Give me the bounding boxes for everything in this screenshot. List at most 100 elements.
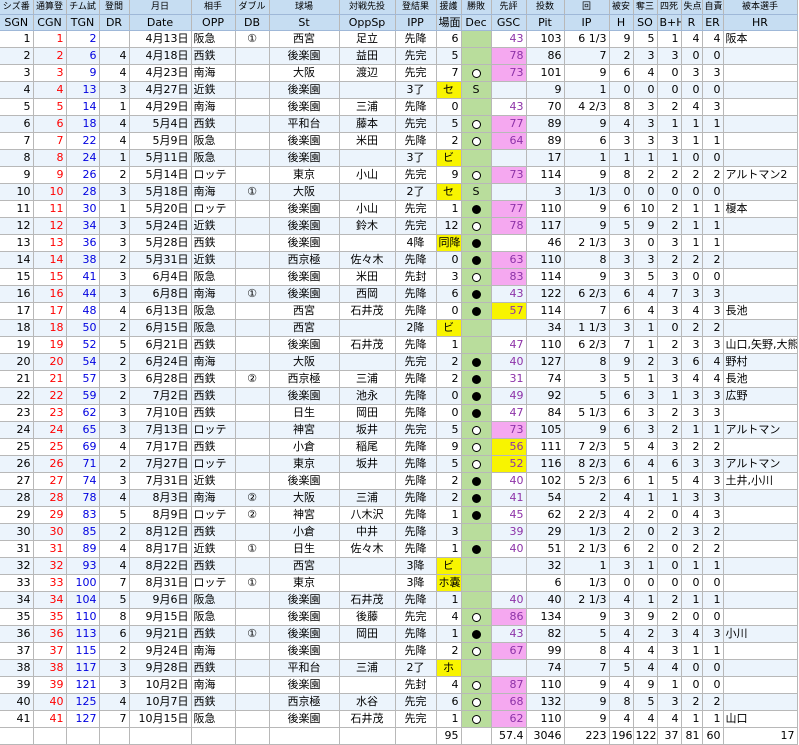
col-header[interactable]: TGN	[66, 14, 100, 31]
col-header[interactable]: Pit	[526, 14, 565, 31]
table-row[interactable]: 22 22 59 2 7月2日 西鉄 後楽園 池永 先降 0 49 92 5 6 3 1 3 3 広野	[0, 387, 798, 405]
cell-r: 0	[681, 608, 703, 626]
table-row[interactable]: 27 27 74 3 7月31日 近鉄 後楽園 先降 2 40 102 5 2/3 6 1 5 4 3 土井,小川	[0, 472, 798, 490]
col-header[interactable]: CGN	[33, 14, 67, 31]
cell-r: 2	[681, 540, 703, 558]
cell-date: 7月2日	[129, 387, 192, 405]
col-header[interactable]: SO	[633, 14, 658, 31]
col-header[interactable]: 場面	[436, 14, 462, 31]
table-row[interactable]: 31 31 89 4 8月17日 近鉄 ① 日生 佐々木 先降 1 40 51 2 1/3 6 2 0 2 2	[0, 540, 798, 558]
col-header-jp: 登結果	[395, 0, 437, 15]
table-row[interactable]: 17 17 48 4 6月13日 阪急 西宮 石井茂 先降 0 57 114 7 6 4 3 4 3 長池	[0, 302, 798, 320]
cell-pit: 17	[526, 149, 565, 167]
table-row[interactable]: 23 23 62 3 7月10日 西鉄 日生 岡田 先降 0 47 84 5 1/3 6 3 2 3 3	[0, 404, 798, 422]
table-row[interactable]: 18 18 50 2 6月15日 阪急 西宮 2降ビ 34 1 1/3 3 1 0 2 2	[0, 319, 798, 337]
cell-db	[235, 64, 270, 82]
cell-date: 5月28日	[129, 234, 192, 252]
col-header[interactable]: DB	[235, 14, 270, 31]
cell-cgn: 27	[33, 472, 67, 490]
table-row[interactable]: 34 34 104 5 9月6日 阪急 後楽園 石井茂 先降 1 40 40 2 1/3 4 1 2 1 1	[0, 591, 798, 609]
col-header[interactable]: GSC	[491, 14, 527, 31]
table-row[interactable]: 37 37 115 2 9月24日 南海 後楽園 先降 2 67 99 8 4 4 3 1 1	[0, 642, 798, 660]
col-header[interactable]: IP	[564, 14, 610, 31]
table-row[interactable]: 32 32 93 4 8月22日 西鉄 西宮 3降ビ 32 1 3 1 0 1 1	[0, 557, 798, 575]
table-row[interactable]: 1 1 2 4月13日 阪急 ① 西宮 足立 先降 6 43 103 6 1/3 9 5 1 4 4 阪本	[0, 30, 798, 48]
cell-bb: 3	[657, 642, 682, 660]
col-header[interactable]: ER	[702, 14, 724, 31]
col-header[interactable]: OppSp	[339, 14, 396, 31]
cell-db	[235, 234, 270, 252]
table-row[interactable]: 7 7 22 4 5月9日 阪急 後楽園 米田 先降 2 64 89 6 3 3 3 1 1	[0, 132, 798, 150]
win-circle-icon	[471, 221, 481, 231]
table-row[interactable]: 9 9 26 2 5月14日 ロッテ 東京 小山 先完 9 73 114 9 8 2 2 2 2 アルトマン2	[0, 166, 798, 184]
table-row[interactable]: 33 33 100 7 8月31日 ロッテ ① 東京 3降 ホ嚢 6 1/3 0 0 0 0 0	[0, 574, 798, 592]
col-header[interactable]: OPP	[191, 14, 236, 31]
table-row[interactable]: 12 12 34 3 5月24日 近鉄 後楽園 鈴木 先完 12 78 117 9 5 9 2 1 1	[0, 217, 798, 235]
table-row[interactable]: 8 8 24 1 5月11日 阪急 後楽園 3了ビ 17 1 1 1 1 0 0	[0, 149, 798, 167]
cell-cgn: 31	[33, 540, 67, 558]
table-row[interactable]: 20 20 54 2 6月24日 南海 大阪 先完 2 40 127 8 9 2 3 6 4 野村	[0, 353, 798, 371]
cell-er: 0	[702, 676, 724, 694]
table-row[interactable]: 14 14 38 2 5月31日 近鉄 西京極 佐々木 先降 0 63 110 8 3 3 2 2 2	[0, 251, 798, 269]
table-row[interactable]: 2 2 6 4 4月18日 西鉄 後楽園 益田 先完 5 78 86 7 2 3 3 0 0	[0, 47, 798, 65]
cell-so: 0	[633, 523, 658, 541]
col-header-jp: 投数	[526, 0, 565, 15]
table-row[interactable]: 10 10 28 3 5月18日 南海 ① 大阪 2了セ S 3 1/3 0 0 0 0 0	[0, 183, 798, 201]
cell-sgn: 37	[0, 642, 34, 660]
decision-cell	[461, 251, 492, 269]
cell-sgn: 29	[0, 506, 34, 524]
cell-sgn: 18	[0, 319, 34, 337]
table-row[interactable]: 38 38 117 3 9月28日 西鉄 平和台 三浦 2了ホ 74 7 5 4 4 0 0	[0, 659, 798, 677]
cell-bb: 3	[657, 693, 682, 711]
col-header[interactable]: R	[681, 14, 703, 31]
cell-sgn: 30	[0, 523, 34, 541]
col-header[interactable]: Dec	[461, 14, 492, 31]
table-row[interactable]: 3 3 9 4 4月23日 南海 大阪 渡辺 先完 7 73 101 9 6 4 0 3 3	[0, 64, 798, 82]
table-row[interactable]: 29 29 83 5 8月9日 ロッテ ② 神宮 八木沢 先降 1 45 62 2 2/3 4 2 0 4 3	[0, 506, 798, 524]
table-row[interactable]: 24 24 65 3 7月13日 ロッテ 神宮 坂井 先完 5 73 105 9 6 3 2 1 1 アルトマン	[0, 421, 798, 439]
col-header[interactable]: HR	[723, 14, 798, 31]
cell-sgn: 13	[0, 234, 34, 252]
cell-gsc	[491, 149, 527, 167]
cell-ipp: 先降	[395, 132, 437, 150]
col-header[interactable]: SGN	[0, 14, 34, 31]
cell-gsc: 43	[491, 625, 527, 643]
col-header[interactable]: DR	[99, 14, 130, 31]
cell-st: 後楽園	[269, 608, 340, 626]
table-row[interactable]: 21 21 57 3 6月28日 西鉄 ② 西京極 三浦 先降 2 31 74 3 5 1 3 4 4 長池	[0, 370, 798, 388]
cell-cgn: 5	[33, 98, 67, 116]
cell-opp: 阪急	[191, 30, 236, 48]
table-row[interactable]: 36 36 113 6 9月21日 西鉄 ① 後楽園 岡田 先降 1 43 82 5 4 2 3 4 3 小川	[0, 625, 798, 643]
cell-date: 9月28日	[129, 659, 192, 677]
table-row[interactable]: 25 25 69 4 7月17日 西鉄 小倉 稲尾 先降 9 56 111 7 2/3 5 4 3 2 2	[0, 438, 798, 456]
cell-bb: 1	[657, 115, 682, 133]
table-row[interactable]: 30 30 85 2 8月12日 西鉄 小倉 中井 先降 3 39 29 1/3 2 0 2 3 2	[0, 523, 798, 541]
col-header[interactable]: H	[609, 14, 634, 31]
cell-h: 5	[609, 370, 634, 388]
col-header[interactable]: IPP	[395, 14, 437, 31]
table-row[interactable]: 16 16 44 3 6月8日 南海 ① 後楽園 西岡 先降 6 43 122 6 2/3 6 4 7 3 3	[0, 285, 798, 303]
col-header[interactable]: B+H	[657, 14, 682, 31]
cell-ipp: 先完	[395, 115, 437, 133]
col-header[interactable]: St	[269, 14, 340, 31]
cell-cgn: 15	[33, 268, 67, 286]
table-row[interactable]: 13 13 36 3 5月28日 西鉄 後楽園 4降 同降 46 2 1/3 3 0 3 1 1	[0, 234, 798, 252]
table-row[interactable]: 6 6 18 4 5月4日 西鉄 平和台 藤本 先完 5 77 89 9 4 3 1 1 1	[0, 115, 798, 133]
table-row[interactable]: 39 39 121 3 10月2日 南海 後楽園 先封 4 87 110 9 4 9 1 0 0	[0, 676, 798, 694]
table-row[interactable]: 26 26 71 2 7月27日 ロッテ 東京 坂井 先降 5 52 116 8 2/3 6 4 6 3 3 アルト…	[0, 455, 798, 473]
cell-ip: 3	[564, 370, 610, 388]
table-row[interactable]: 41 41 127 7 10月15日 阪急 後楽園 石井茂 先完 1 62 110 9 4 4 4 1 1 山口	[0, 710, 798, 728]
cell-pit: 54	[526, 489, 565, 507]
table-row[interactable]: 19 19 52 5 6月21日 西鉄 後楽園 石井茂 先降 1 47 110 6 2/3 7 1 2 3 3 山口…	[0, 336, 798, 354]
table-row[interactable]: 40 40 125 4 10月7日 西鉄 西京極 水谷 先完 6 68 132 9 8 5 3 2 2	[0, 693, 798, 711]
table-row[interactable]: 35 35 110 8 9月15日 阪急 後楽園 後藤 先完 4 86 134 9 3 9 2 0 0	[0, 608, 798, 626]
col-header[interactable]: Date	[129, 14, 192, 31]
table-row[interactable]: 15 15 41 3 6月4日 阪急 後楽園 米田 先封 3 83 114 9 3 5 3 0 0	[0, 268, 798, 286]
table-row[interactable]: 11 11 30 1 5月20日 ロッテ 後楽園 小山 先完 1 77 110 9 6 10 2 1 1 榎本	[0, 200, 798, 218]
cell-ipp: 先降	[395, 642, 437, 660]
table-row[interactable]: 5 5 14 1 4月29日 南海 後楽園 三浦 先降 0 43 70 4 2/3 8 3 2 4 3	[0, 98, 798, 116]
table-row[interactable]: 28 28 78 4 8月3日 南海 ② 大阪 三浦 先降 2 41 54 2 4 1 1 3 3	[0, 489, 798, 507]
table-row[interactable]: 4 4 13 3 4月27日 近鉄 後楽園 3了セ S 9 1 0 0 0 0 0	[0, 81, 798, 99]
cell-tgn: 65	[66, 421, 100, 439]
cell-tgn: 100	[66, 574, 100, 592]
